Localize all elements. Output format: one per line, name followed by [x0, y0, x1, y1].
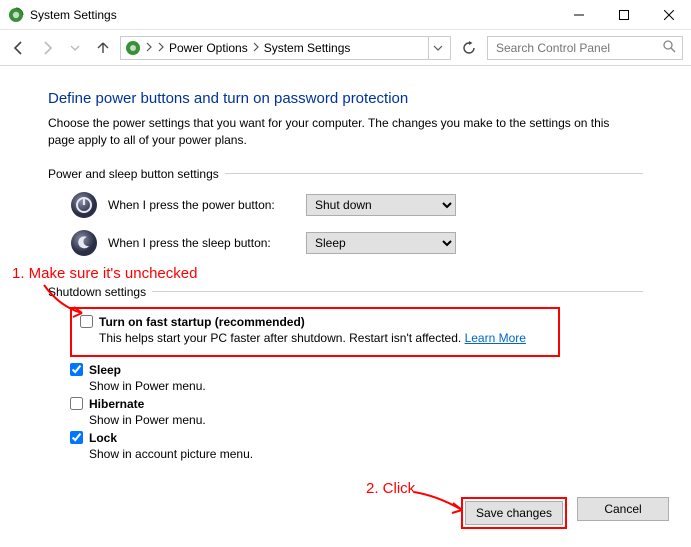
fast-startup-desc: This helps start your PC faster after sh…	[99, 331, 550, 345]
forward-button[interactable]	[36, 37, 58, 59]
refresh-button[interactable]	[457, 36, 481, 60]
chevron-right-icon	[145, 41, 153, 55]
search-icon	[663, 40, 676, 56]
window-title: System Settings	[30, 8, 117, 22]
section-header-label: Shutdown settings	[48, 285, 146, 299]
sleep-button-icon	[70, 229, 98, 257]
hibernate-setting-row: Hibernate Show in Power menu.	[70, 397, 560, 427]
power-button-select[interactable]: Shut down	[306, 194, 456, 216]
save-button-highlight: Save changes	[461, 497, 567, 529]
hibernate-desc: Show in Power menu.	[89, 413, 560, 427]
annotation-arrow-2	[412, 486, 468, 516]
up-button[interactable]	[92, 37, 114, 59]
search-box[interactable]	[487, 36, 683, 60]
power-button-label: When I press the power button:	[108, 198, 296, 212]
lock-checkbox[interactable]	[70, 431, 83, 444]
lock-desc: Show in account picture menu.	[89, 447, 560, 461]
learn-more-link[interactable]: Learn More	[465, 331, 526, 345]
sleep-button-setting-row: When I press the sleep button: Sleep	[70, 229, 643, 257]
section-header-power-sleep: Power and sleep button settings	[48, 167, 643, 181]
lock-setting-row: Lock Show in account picture menu.	[70, 431, 560, 461]
sleep-button-select[interactable]: Sleep	[306, 232, 456, 254]
footer-buttons: Save changes Cancel	[461, 497, 669, 529]
chevron-right-icon	[157, 41, 165, 55]
close-button[interactable]	[646, 0, 691, 30]
fast-startup-checkbox[interactable]	[80, 315, 93, 328]
sleep-title: Sleep	[89, 363, 121, 377]
page-title: Define power buttons and turn on passwor…	[48, 90, 643, 107]
breadcrumb[interactable]: Power Options System Settings	[120, 36, 451, 60]
sleep-button-label: When I press the sleep button:	[108, 236, 296, 250]
annotation-step2: 2. Click	[366, 480, 415, 497]
section-header-shutdown: Shutdown settings	[48, 285, 643, 299]
search-input[interactable]	[494, 40, 663, 56]
minimize-button[interactable]	[556, 0, 601, 30]
fast-startup-title: Turn on fast startup (recommended)	[99, 315, 305, 329]
breadcrumb-item-power-options[interactable]: Power Options	[169, 41, 248, 55]
maximize-button[interactable]	[601, 0, 646, 30]
toolbar: Power Options System Settings	[0, 30, 691, 66]
titlebar: System Settings	[0, 0, 691, 30]
save-button[interactable]: Save changes	[465, 501, 563, 525]
chevron-right-icon	[252, 41, 260, 55]
lock-title: Lock	[89, 431, 117, 445]
fast-startup-highlight-box: Turn on fast startup (recommended) This …	[70, 307, 560, 357]
power-button-setting-row: When I press the power button: Shut down	[70, 191, 643, 219]
page-description: Choose the power settings that you want …	[48, 115, 638, 149]
cancel-button[interactable]: Cancel	[577, 497, 669, 521]
content-area: Define power buttons and turn on passwor…	[0, 66, 691, 461]
sleep-desc: Show in Power menu.	[89, 379, 560, 393]
breadcrumb-dropdown[interactable]	[428, 37, 446, 59]
sleep-checkbox[interactable]	[70, 363, 83, 376]
app-icon	[8, 7, 24, 23]
back-button[interactable]	[8, 37, 30, 59]
location-icon	[125, 40, 141, 56]
breadcrumb-item-system-settings[interactable]: System Settings	[264, 41, 351, 55]
section-header-label: Power and sleep button settings	[48, 167, 219, 181]
hibernate-title: Hibernate	[89, 397, 144, 411]
hibernate-checkbox[interactable]	[70, 397, 83, 410]
recent-dropdown[interactable]	[64, 37, 86, 59]
power-button-icon	[70, 191, 98, 219]
sleep-setting-row: Sleep Show in Power menu.	[70, 363, 560, 393]
